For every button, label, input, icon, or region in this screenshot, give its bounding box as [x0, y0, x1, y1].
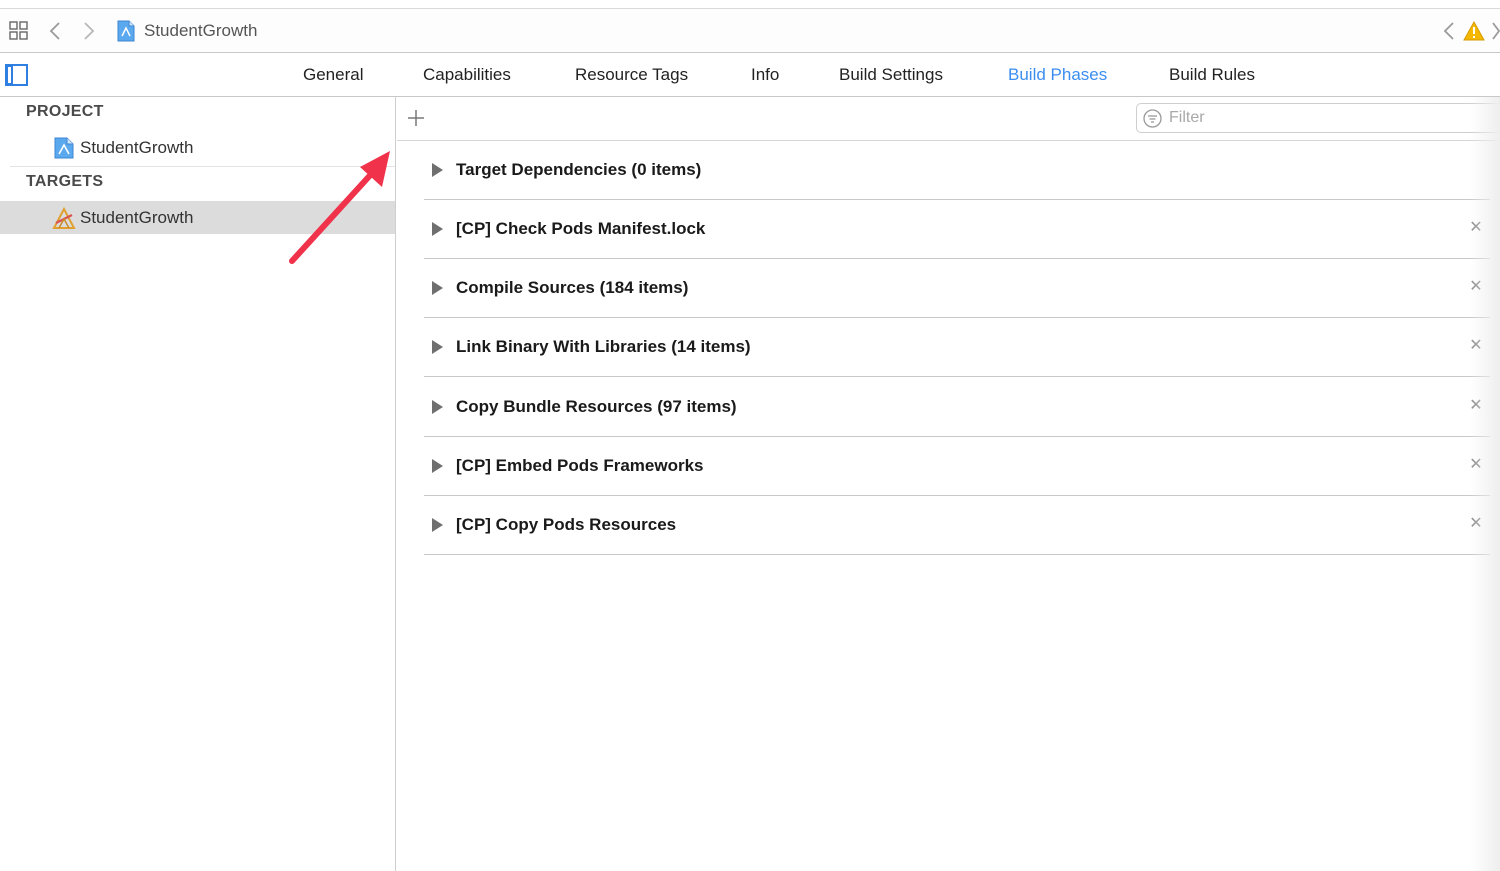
- targets-section-heading: TARGETS: [26, 173, 104, 190]
- delete-phase-close-icon[interactable]: ✕: [1466, 218, 1486, 238]
- previous-issue-chevron-icon[interactable]: [1440, 9, 1458, 53]
- tab-build-settings[interactable]: Build Settings: [839, 53, 943, 96]
- add-build-phase-plus-icon[interactable]: [405, 107, 427, 129]
- related-items-grid-icon[interactable]: [8, 9, 30, 53]
- disclosure-triangle-icon[interactable]: [432, 459, 443, 473]
- build-phase-title: [CP] Check Pods Manifest.lock: [456, 219, 706, 238]
- disclosure-triangle-icon[interactable]: [432, 281, 443, 295]
- disclosure-triangle-icon[interactable]: [432, 222, 443, 236]
- delete-phase-close-icon[interactable]: ✕: [1466, 277, 1486, 297]
- build-phase-row[interactable]: Compile Sources (184 items) ✕: [424, 259, 1490, 318]
- tab-general[interactable]: General: [303, 53, 363, 96]
- xcode-window: StudentGrowth General Capabilities Resou…: [0, 0, 1500, 871]
- disclosure-triangle-icon[interactable]: [432, 400, 443, 414]
- disclosure-triangle-icon[interactable]: [432, 340, 443, 354]
- warning-icon[interactable]: [1463, 9, 1485, 53]
- delete-phase-close-icon[interactable]: ✕: [1466, 336, 1486, 356]
- build-phase-title: [CP] Embed Pods Frameworks: [456, 456, 704, 475]
- build-phase-title: Target Dependencies (0 items): [456, 160, 702, 179]
- annotation-arrow-icon: [289, 151, 390, 264]
- build-phase-row[interactable]: Link Binary With Libraries (14 items) ✕: [424, 318, 1490, 377]
- build-phase-row[interactable]: [CP] Check Pods Manifest.lock ✕: [424, 200, 1490, 259]
- tab-capabilities[interactable]: Capabilities: [423, 53, 511, 96]
- tab-build-rules[interactable]: Build Rules: [1169, 53, 1255, 96]
- build-phases-toolbar: Filter: [397, 97, 1500, 141]
- sidebar-item-label: StudentGrowth: [80, 138, 194, 157]
- build-phase-row[interactable]: Copy Bundle Resources (97 items) ✕: [424, 378, 1490, 437]
- build-phase-row[interactable]: [CP] Copy Pods Resources ✕: [424, 496, 1490, 555]
- jump-bar: StudentGrowth: [0, 8, 1500, 53]
- build-phase-title: Compile Sources (184 items): [456, 278, 689, 297]
- tab-build-phases[interactable]: Build Phases: [1008, 53, 1107, 96]
- jump-bar-title[interactable]: StudentGrowth: [144, 9, 257, 53]
- delete-phase-close-icon[interactable]: ✕: [1466, 396, 1486, 416]
- next-issue-chevron-icon[interactable]: [1490, 9, 1500, 53]
- project-file-icon: [54, 137, 76, 159]
- app-target-icon: [52, 206, 76, 229]
- sidebar-item-label: StudentGrowth: [80, 208, 194, 227]
- tab-resource-tags[interactable]: Resource Tags: [575, 53, 688, 96]
- tab-info[interactable]: Info: [751, 53, 779, 96]
- project-file-icon[interactable]: [116, 9, 136, 53]
- sidebar-toggle-icon[interactable]: [5, 64, 28, 86]
- forward-chevron-icon[interactable]: [80, 9, 98, 53]
- build-phase-title: [CP] Copy Pods Resources: [456, 515, 677, 534]
- disclosure-triangle-icon[interactable]: [432, 518, 443, 532]
- back-chevron-icon[interactable]: [46, 9, 64, 53]
- build-phases-editor: Filter Target Dependencies (0 items) [CP…: [397, 97, 1500, 871]
- build-phase-title: Copy Bundle Resources (97 items): [456, 397, 737, 416]
- delete-phase-close-icon[interactable]: ✕: [1466, 514, 1486, 534]
- delete-phase-close-icon[interactable]: ✕: [1466, 455, 1486, 475]
- build-phase-row[interactable]: [CP] Embed Pods Frameworks ✕: [424, 437, 1490, 496]
- build-phase-row[interactable]: Target Dependencies (0 items): [424, 141, 1490, 200]
- filter-field[interactable]: Filter: [1136, 103, 1500, 133]
- filter-icon: [1143, 109, 1162, 128]
- editor-tab-bar: General Capabilities Resource Tags Info …: [0, 53, 1500, 97]
- build-phase-title: Link Binary With Libraries (14 items): [456, 337, 751, 356]
- disclosure-triangle-icon[interactable]: [432, 163, 443, 177]
- project-section-heading: PROJECT: [26, 103, 104, 120]
- filter-placeholder: Filter: [1169, 109, 1205, 126]
